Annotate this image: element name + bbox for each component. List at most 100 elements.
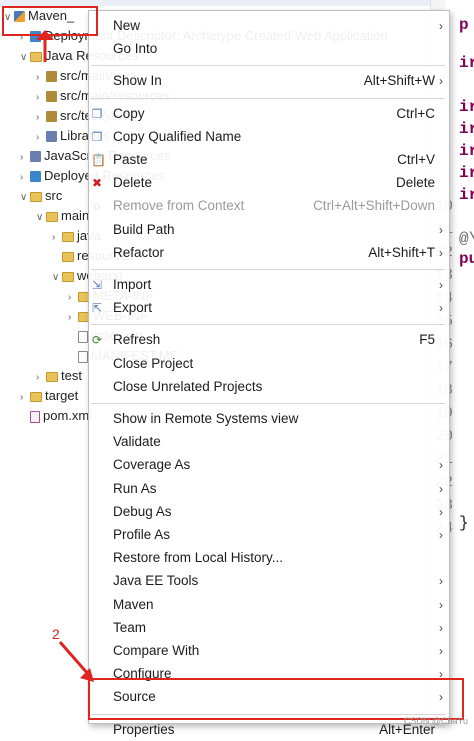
submenu-arrow-icon: › (439, 597, 443, 612)
menu-run-as[interactable]: Run As › (89, 478, 449, 500)
menu-separator (91, 324, 445, 326)
menu-close-unrelated-projects[interactable]: Close Unrelated Projects (89, 376, 449, 398)
menu-item-label: Refresh (113, 332, 161, 348)
export-icon: ⇱ (91, 301, 103, 316)
menu-item-label: Validate (113, 434, 161, 450)
menu-build-path[interactable]: Build Path › (89, 219, 449, 241)
menu-copy[interactable]: ❐ Copy Ctrl+C (89, 103, 449, 125)
file-icon (78, 350, 88, 363)
menu-paste[interactable]: 📋 Paste Ctrl+V (89, 149, 449, 171)
expand-chevron-icon[interactable]: ∨ (20, 188, 30, 208)
collapse-chevron-icon[interactable]: › (36, 68, 46, 88)
menu-item-label: Properties (113, 721, 175, 737)
menu-item-label: Team (113, 619, 147, 635)
folder-icon (46, 371, 58, 382)
submenu-arrow-icon: › (439, 574, 443, 589)
menu-item-label: Maven (113, 596, 154, 612)
menu-export[interactable]: ⇱ Export › (89, 297, 449, 319)
editor-closing-brace: } (459, 514, 469, 532)
submenu-arrow-icon: › (439, 19, 443, 33)
tree-test[interactable]: › test (36, 366, 82, 386)
menu-debug-as[interactable]: Debug As › (89, 501, 449, 523)
menu-separator (91, 269, 445, 270)
submenu-arrow-icon: › (439, 222, 443, 237)
menu-profile-as[interactable]: Profile As › (89, 524, 449, 546)
tree-src[interactable]: ∨ src (20, 186, 62, 206)
menu-item-label: Profile As (113, 527, 171, 542)
menu-item-label: Refactor (113, 244, 165, 260)
menu-item-label: Copy Qualified Name (113, 128, 242, 144)
menu-properties[interactable]: Properties Alt+Enter (89, 719, 449, 741)
menu-item-label: Copy (113, 105, 145, 121)
menu-item-label: Coverage As (113, 457, 191, 473)
menu-validate[interactable]: Validate (89, 431, 449, 453)
file-icon (78, 330, 88, 343)
code-keyword: ir (459, 120, 474, 138)
menu-item-shortcut: Alt+Shift+T (368, 244, 435, 260)
menu-show-in[interactable]: Show In Alt+Shift+W › (89, 70, 449, 92)
menu-item-label: Java EE Tools (113, 573, 199, 589)
tree-target[interactable]: › target (20, 386, 78, 406)
refresh-icon: ⟳ (91, 333, 103, 348)
collapse-chevron-icon[interactable]: › (20, 148, 30, 168)
expand-chevron-icon[interactable]: ∨ (20, 48, 30, 68)
menu-compare-with[interactable]: Compare With › (89, 640, 449, 662)
expand-chevron-icon[interactable]: ∨ (36, 208, 46, 228)
collapse-chevron-icon[interactable]: › (52, 228, 62, 248)
menu-delete[interactable]: ✖ Delete Delete (89, 172, 449, 194)
menu-item-shortcut: Ctrl+Alt+Shift+Down (313, 198, 435, 214)
submenu-arrow-icon: › (439, 644, 443, 658)
menu-new[interactable]: New › (89, 15, 449, 37)
code-keyword: ir (459, 186, 474, 204)
menu-item-label: Show In (113, 73, 162, 89)
submenu-arrow-icon: › (439, 278, 443, 292)
menu-item-shortcut: Alt+Shift+W (363, 73, 435, 89)
menu-refactor[interactable]: Refactor Alt+Shift+T › (89, 242, 449, 264)
code-keyword: ir (459, 142, 474, 160)
collapse-chevron-icon[interactable]: › (36, 368, 46, 388)
menu-separator (91, 97, 445, 99)
menu-show-in-remote-systems[interactable]: Show in Remote Systems view (89, 408, 449, 430)
tree-main[interactable]: ∨ main (36, 206, 89, 226)
menu-maven[interactable]: Maven › (89, 594, 449, 616)
collapse-chevron-icon[interactable]: › (68, 308, 78, 328)
remove-icon: ◌ (93, 199, 101, 214)
collapse-chevron-icon[interactable]: › (68, 288, 78, 308)
folder-icon (30, 391, 42, 402)
menu-import[interactable]: ⇲ Import › (89, 274, 449, 296)
menu-team[interactable]: Team › (89, 617, 449, 639)
menu-restore-local-history[interactable]: Restore from Local History... (89, 547, 449, 569)
submenu-arrow-icon: › (439, 528, 443, 542)
folder-icon (62, 231, 74, 242)
menu-item-label: Paste (113, 152, 148, 167)
context-menu: New › Go Into Show In Alt+Shift+W › ❐ Copy Ctrl+… (88, 10, 450, 737)
collapse-chevron-icon[interactable]: › (20, 168, 30, 188)
collapse-chevron-icon[interactable]: › (36, 128, 46, 148)
submenu-arrow-icon: › (439, 504, 443, 519)
menu-go-into[interactable]: Go Into (89, 38, 449, 60)
menu-coverage-as[interactable]: Coverage As › (89, 454, 449, 476)
highlight-box-properties (88, 678, 464, 720)
tree-pom-xml[interactable]: pom.xml (20, 406, 92, 426)
collapse-chevron-icon[interactable]: › (36, 108, 46, 128)
menu-item-label: New (113, 18, 141, 33)
submenu-arrow-icon: › (439, 481, 443, 496)
menu-copy-qualified-name[interactable]: ❐ Copy Qualified Name (89, 126, 449, 148)
expand-chevron-icon[interactable]: ∨ (52, 268, 62, 288)
collapse-chevron-icon[interactable]: › (36, 88, 46, 108)
delete-icon: ✖ (91, 176, 103, 191)
tree-item-label: target (45, 388, 79, 403)
menu-java-ee-tools[interactable]: Java EE Tools › (89, 570, 449, 592)
collapse-chevron-icon[interactable]: › (20, 388, 30, 408)
menu-close-project[interactable]: Close Project (89, 353, 449, 375)
menu-item-label: Run As (113, 480, 157, 496)
menu-item-label: Go Into (113, 41, 158, 57)
menu-item-label: Remove from Context (113, 198, 245, 214)
paste-icon: 📋 (91, 153, 106, 167)
tree-item-label: test (61, 368, 82, 383)
menu-item-label: Export (113, 300, 153, 316)
copy-icon: ❐ (91, 129, 103, 144)
menu-refresh[interactable]: ⟳ Refresh F5 (89, 329, 449, 351)
editor-annotation: @\ (459, 230, 474, 248)
submenu-arrow-icon: › (439, 245, 443, 260)
